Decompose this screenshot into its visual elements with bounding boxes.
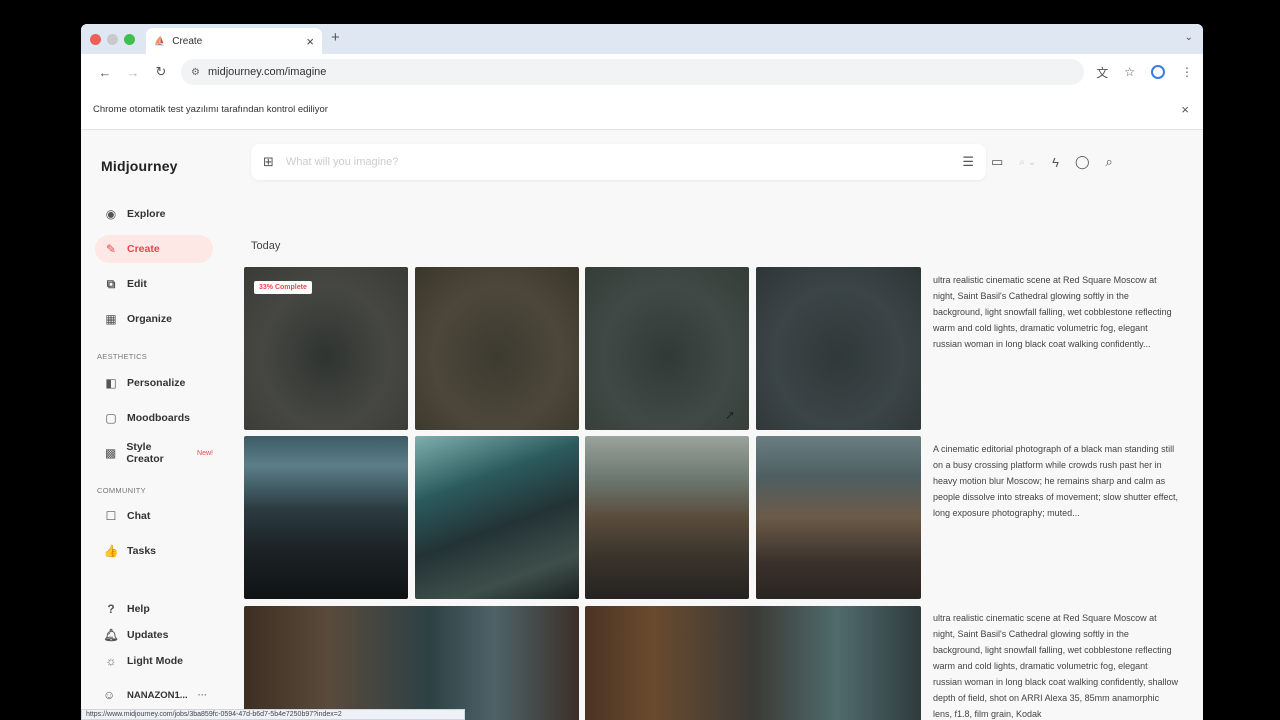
sidebar-item-light-mode[interactable]: ☼ Light Mode — [95, 647, 213, 675]
style-icon: ▩ — [105, 446, 117, 460]
folder-icon[interactable]: ▭ — [991, 154, 1003, 170]
sidebar-item-explore[interactable]: ◉ Explore — [95, 200, 213, 228]
sidebar-item-personalize[interactable]: ◧ Personalize — [95, 369, 213, 397]
personalize-icon: ◧ — [105, 376, 117, 390]
browser-window: ⛵ Create × + ⌄ ← → ↻ ⚙ midjourney.com/im… — [81, 24, 1203, 720]
sidebar-item-moodboards[interactable]: ▢ Moodboards — [95, 404, 213, 432]
prompt-bar: ⊞ What will you imagine? ☰ — [251, 144, 986, 180]
profile-icon[interactable] — [1151, 65, 1165, 79]
tab-title: Create — [172, 35, 203, 47]
moodboard-icon: ▢ — [105, 411, 117, 425]
site-info-icon[interactable]: ⚙ — [191, 67, 200, 78]
user-account[interactable]: ☺ NANAZON1... ··· — [95, 682, 213, 708]
sidebar-item-edit[interactable]: ⧉ Edit — [95, 270, 213, 298]
image-tile[interactable] — [756, 267, 921, 430]
new-badge: New! — [197, 449, 213, 457]
sidebar-item-label: Help — [127, 603, 150, 615]
automation-infobar: Chrome otomatik test yazılımı tarafından… — [81, 90, 1203, 130]
forward-icon[interactable]: → — [119, 65, 147, 80]
sidebar-item-label: Personalize — [127, 377, 186, 389]
image-tile[interactable] — [244, 606, 579, 720]
more-options-icon[interactable]: ··· — [198, 690, 208, 701]
bookmark-star-icon[interactable]: ☆ — [1124, 65, 1135, 79]
settings-sliders-icon[interactable]: ☰ — [962, 154, 974, 170]
sidebar-item-help[interactable]: ? Help — [95, 595, 213, 623]
status-url-bar: https://www.midjourney.com/jobs/3ba859fc… — [81, 709, 465, 720]
filter-dropdown-icon[interactable]: ⌕ ⌄ — [1019, 157, 1036, 168]
message-icon[interactable]: ◯ — [1075, 154, 1090, 170]
image-tile[interactable] — [244, 436, 408, 599]
search-icon[interactable]: ⌕ — [1106, 154, 1113, 170]
sidebar-item-label: Style Creator — [126, 441, 164, 465]
browser-menu-icon[interactable]: ⋮ — [1181, 65, 1193, 79]
image-tile[interactable] — [585, 267, 749, 430]
sidebar-item-tasks[interactable]: 👍 Tasks — [95, 537, 213, 565]
sidebar-item-label: Chat — [127, 510, 151, 522]
prompt-bar-actions: ▭ ⌕ ⌄ ϟ ◯ ⌕ — [991, 144, 1113, 180]
sidebar-item-label: Tasks — [127, 545, 156, 557]
sidebar-item-label: Light Mode — [127, 655, 183, 667]
compass-icon: ◉ — [105, 207, 117, 221]
image-tile[interactable] — [585, 606, 921, 720]
prompt-description[interactable]: ultra realistic cinematic scene at Red S… — [933, 272, 1178, 352]
sidebar-item-style-creator[interactable]: ▩ Style Creator New! — [95, 439, 213, 467]
image-tile[interactable] — [415, 436, 579, 599]
new-tab-icon[interactable]: + — [331, 29, 340, 46]
bell-icon: 🔔︎ — [103, 628, 119, 642]
image-add-icon[interactable]: ⊞ — [263, 154, 274, 170]
sidebar-item-updates[interactable]: 🔔︎ Updates — [95, 621, 213, 649]
automation-notice: Chrome otomatik test yazılımı tarafından… — [93, 104, 328, 115]
lightning-icon[interactable]: ϟ — [1052, 155, 1059, 170]
sidebar-item-label: Explore — [127, 208, 166, 220]
infobar-close-icon[interactable]: × — [1181, 102, 1189, 117]
sidebar-item-label: Organize — [127, 313, 172, 325]
sidebar-item-chat[interactable]: ☐ Chat — [95, 502, 213, 530]
browser-tab[interactable]: ⛵ Create × — [146, 28, 322, 54]
sidebar-item-create[interactable]: ✎ Create — [95, 235, 213, 263]
image-tile[interactable] — [415, 267, 579, 430]
grid-icon: ▦ — [105, 312, 117, 326]
reload-icon[interactable]: ↻ — [147, 64, 175, 80]
sidebar-item-label: Moodboards — [127, 412, 190, 424]
close-window-button[interactable] — [90, 33, 101, 45]
section-label-aesthetics: AESTHETICS — [97, 352, 148, 361]
sidebar-item-label: Edit — [127, 278, 147, 290]
avatar: ☺ — [103, 688, 116, 702]
image-tile[interactable] — [756, 436, 921, 599]
sidebar-item-label: Create — [127, 243, 160, 255]
tab-close-icon[interactable]: × — [306, 34, 314, 49]
chat-icon: ☐ — [105, 509, 117, 523]
sidebar: Midjourney ◉ Explore ✎ Create ⧉ Edit ▦ O… — [81, 130, 231, 720]
image-tile[interactable]: 33% Complete — [244, 267, 408, 430]
tab-strip: ⛵ Create × + ⌄ — [81, 24, 1203, 54]
sun-icon: ☼ — [105, 654, 117, 668]
prompt-description[interactable]: A cinematic editorial photograph of a bl… — [933, 441, 1178, 521]
progress-badge: 33% Complete — [254, 281, 312, 294]
help-icon: ? — [107, 602, 115, 616]
sidebar-item-organize[interactable]: ▦ Organize — [95, 305, 213, 333]
edit-icon: ⧉ — [106, 276, 116, 291]
address-bar[interactable]: ⚙ midjourney.com/imagine — [181, 59, 1085, 85]
tab-favicon-icon: ⛵ — [154, 35, 166, 46]
brand-logo[interactable]: Midjourney — [101, 158, 178, 174]
minimize-window-button[interactable] — [107, 33, 118, 45]
brush-icon: ✎ — [105, 242, 117, 256]
url-text: midjourney.com/imagine — [207, 66, 327, 78]
user-name: NANAZON1... — [127, 689, 188, 701]
sidebar-item-label: Updates — [127, 629, 169, 641]
midjourney-app: Midjourney ◉ Explore ✎ Create ⧉ Edit ▦ O… — [81, 130, 1203, 720]
back-icon[interactable]: ← — [91, 65, 119, 80]
date-heading: Today — [251, 240, 281, 252]
prompt-description[interactable]: ultra realistic cinematic scene at Red S… — [933, 610, 1178, 720]
translate-icon[interactable]: 文 — [1096, 64, 1108, 81]
section-label-community: COMMUNITY — [97, 486, 146, 495]
browser-toolbar: ← → ↻ ⚙ midjourney.com/imagine 文 ☆ ⋮ — [81, 54, 1203, 90]
tab-search-chevron-icon[interactable]: ⌄ — [1185, 32, 1193, 43]
window-controls — [81, 33, 135, 45]
thumbs-up-icon: 👍 — [103, 544, 119, 558]
image-tile[interactable] — [585, 436, 749, 599]
prompt-input[interactable]: What will you imagine? — [286, 156, 962, 168]
maximize-window-button[interactable] — [124, 33, 135, 45]
mouse-cursor-icon: ➚ — [725, 408, 736, 422]
